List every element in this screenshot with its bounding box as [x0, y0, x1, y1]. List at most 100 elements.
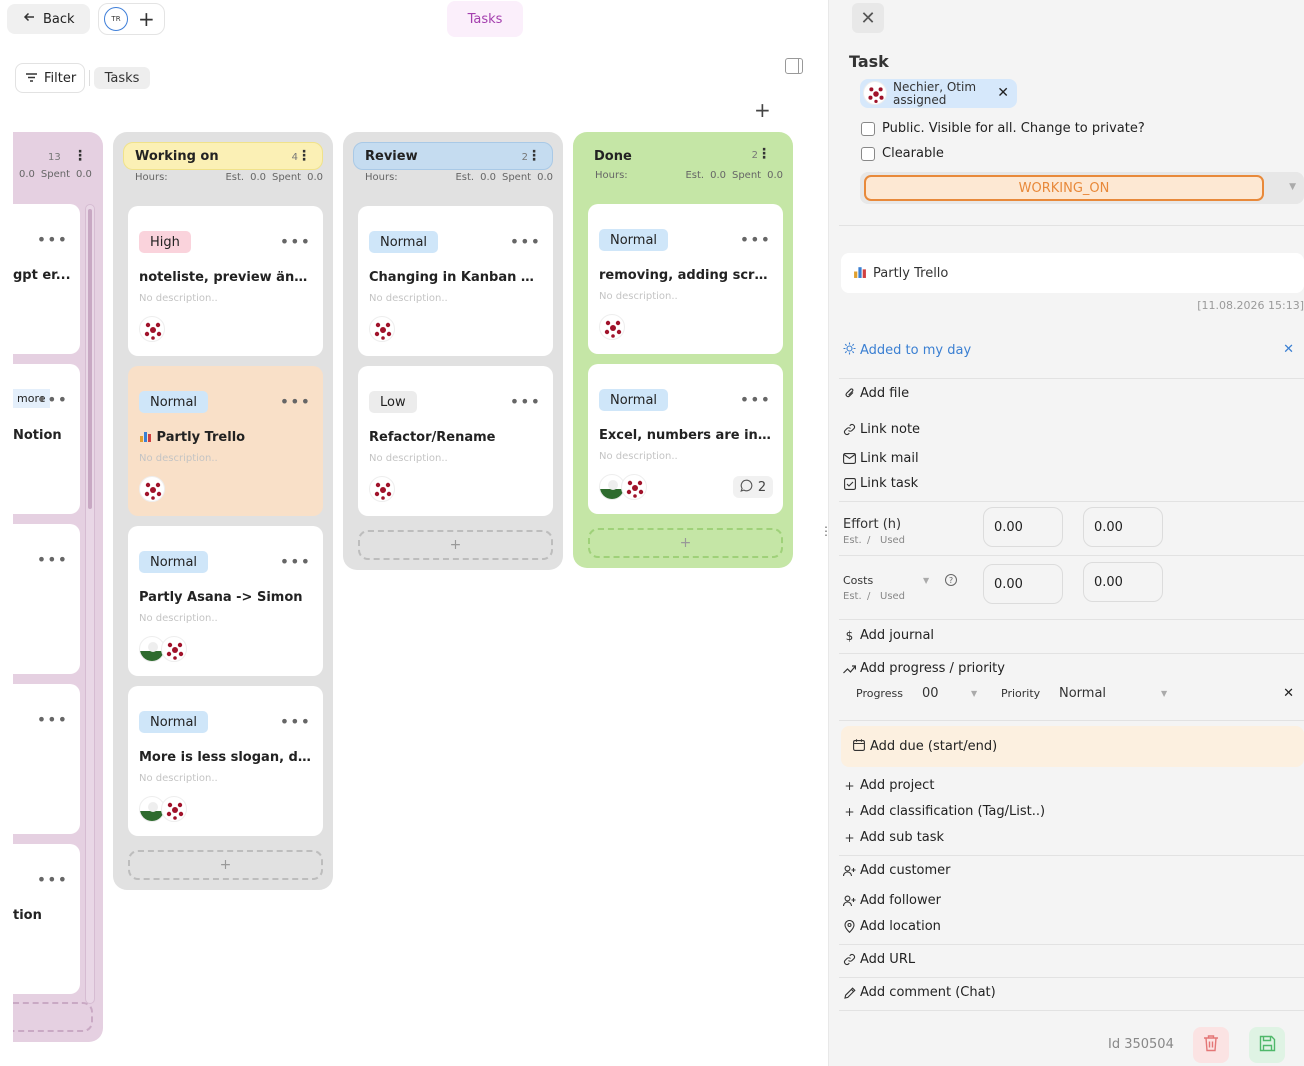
more-icon[interactable]: •••	[280, 554, 311, 570]
task-card[interactable]: Normal ••• Partly Asana -> Simon No desc…	[128, 526, 323, 676]
add-customer-button[interactable]: Add customer	[843, 863, 951, 878]
avatar	[863, 81, 887, 105]
add-card-button[interactable]	[13, 1002, 93, 1032]
progress-value[interactable]: 00	[922, 686, 939, 701]
task-title-field[interactable]: Partly Trello	[841, 253, 1304, 293]
clearable-checkbox[interactable]	[861, 146, 875, 161]
remove-assignee-icon[interactable]: ✕	[997, 85, 1009, 101]
more-icon[interactable]: •••	[740, 392, 771, 408]
plus-icon: +	[844, 830, 855, 845]
task-card[interactable]: Normal ••• removing, adding scrolls... N…	[588, 204, 783, 354]
card-title: Excel, numbers are incre...	[599, 428, 772, 443]
more-icon[interactable]: •••	[37, 552, 68, 568]
add-progress-button[interactable]: Add progress / priority	[843, 661, 1005, 676]
add-column-button[interactable]: +	[754, 100, 771, 120]
page-title: Tasks	[447, 1, 523, 37]
column-scrollbar[interactable]	[85, 204, 95, 1004]
task-card[interactable]: Normal ••• More is less slogan, deep... …	[128, 686, 323, 836]
assignee-chip[interactable]: Nechier, Otim assigned ✕	[860, 79, 1017, 108]
add-sub-task-button[interactable]: + Add sub task	[843, 830, 944, 845]
link-mail-button[interactable]: Link mail	[843, 451, 919, 466]
link-task-button[interactable]: Link task	[843, 476, 918, 491]
add-location-button[interactable]: Add location	[843, 919, 941, 934]
column-menu-icon[interactable]: ⋮	[297, 148, 311, 164]
task-card[interactable]: Normal ••• Partly Trello No description.…	[128, 366, 323, 516]
more-icon[interactable]: •••	[280, 394, 311, 410]
effort-used-input[interactable]: 0.00	[1083, 507, 1163, 547]
more-icon[interactable]: •••	[510, 234, 541, 250]
remove-my-day-icon[interactable]: ✕	[1283, 342, 1294, 357]
slash-label: /	[867, 591, 871, 602]
status-select[interactable]: WORKING_ON ▼	[860, 172, 1304, 204]
avatar	[369, 316, 395, 342]
status-value[interactable]: WORKING_ON	[864, 175, 1264, 201]
filter-button[interactable]: Filter	[15, 63, 85, 93]
add-due-button[interactable]: Add due (start/end)	[841, 726, 1304, 767]
card-avatars	[139, 476, 165, 502]
costs-used-input[interactable]: 0.00	[1083, 562, 1163, 602]
priority-badge: Normal	[599, 389, 669, 411]
remove-progress-icon[interactable]: ✕	[1283, 686, 1294, 701]
panel-toggle-icon[interactable]	[785, 58, 803, 74]
priority-badge: Normal	[139, 711, 209, 733]
add-card-button[interactable]: +	[128, 850, 323, 880]
delete-button[interactable]	[1193, 1027, 1229, 1063]
add-follower-button[interactable]: Add follower	[843, 893, 941, 908]
column-menu-icon[interactable]: ⋮	[757, 146, 771, 162]
my-day-link[interactable]: Added to my day	[843, 342, 971, 359]
priority-value[interactable]: Normal	[1059, 686, 1106, 701]
help-icon[interactable]: ?	[945, 574, 957, 586]
task-card[interactable]: Low ••• Refactor/Rename No description..	[358, 366, 553, 516]
more-icon[interactable]: •••	[740, 232, 771, 248]
effort-est-input[interactable]: 0.00	[983, 507, 1063, 547]
task-card[interactable]: more ••• Notion	[13, 364, 80, 514]
link-note-button[interactable]: Link note	[843, 422, 920, 437]
scrollbar-thumb[interactable]	[88, 209, 92, 509]
more-icon[interactable]: •••	[280, 714, 311, 730]
add-comment-button[interactable]: Add comment (Chat)	[843, 985, 996, 1000]
task-card[interactable]: ••• tion	[13, 844, 80, 994]
more-icon[interactable]: •••	[37, 392, 68, 408]
calendar-icon	[853, 738, 865, 755]
column-menu-icon[interactable]: ⋮	[73, 148, 87, 164]
user-avatar[interactable]: TR	[104, 7, 128, 31]
card-description: No description..	[599, 291, 678, 302]
public-label: Public. Visible for all. Change to priva…	[882, 121, 1145, 136]
task-card[interactable]: Normal ••• Changing in Kanban doe... No …	[358, 206, 553, 356]
column-menu-icon[interactable]: ⋮	[527, 148, 541, 164]
public-toggle[interactable]: Public. Visible for all. Change to priva…	[861, 121, 1145, 136]
task-card[interactable]: ••• gpt er...	[13, 204, 80, 354]
add-url-button[interactable]: Add URL	[843, 952, 915, 967]
chevron-down-icon[interactable]: ▼	[923, 576, 929, 585]
costs-est-input[interactable]: 0.00	[983, 564, 1063, 604]
add-file-button[interactable]: Add file	[843, 386, 909, 401]
task-card[interactable]: •••	[13, 684, 80, 834]
more-icon[interactable]: •••	[37, 712, 68, 728]
task-card[interactable]: •••	[13, 524, 80, 674]
add-classification-button[interactable]: + Add classification (Tag/List..)	[843, 804, 1045, 819]
add-card-button[interactable]: +	[358, 530, 553, 560]
comment-count-badge[interactable]: 2	[733, 476, 773, 498]
chevron-down-icon[interactable]: ▼	[1289, 182, 1296, 192]
add-card-button[interactable]: +	[588, 528, 783, 558]
task-card[interactable]: Normal ••• Excel, numbers are incre... N…	[588, 364, 783, 514]
close-button[interactable]: ✕	[852, 3, 884, 33]
task-card[interactable]: High ••• noteliste, preview änder... No …	[128, 206, 323, 356]
add-member-button[interactable]: +	[138, 9, 155, 29]
more-icon[interactable]: •••	[510, 394, 541, 410]
back-button[interactable]: Back	[7, 4, 90, 34]
card-avatars	[599, 314, 625, 340]
member-avatar-group[interactable]: TR +	[98, 3, 165, 35]
chevron-down-icon[interactable]: ▼	[971, 689, 977, 698]
chevron-down-icon[interactable]: ▼	[1161, 689, 1167, 698]
more-icon[interactable]: •••	[37, 232, 68, 248]
save-button[interactable]	[1249, 1027, 1285, 1063]
view-chip[interactable]: Tasks	[94, 67, 150, 89]
public-checkbox[interactable]	[861, 121, 875, 136]
add-project-button[interactable]: + Add project	[843, 778, 934, 793]
more-icon[interactable]: •••	[280, 234, 311, 250]
clearable-toggle[interactable]: Clearable	[861, 146, 944, 161]
add-journal-button[interactable]: $ Add journal	[843, 628, 934, 643]
priority-badge: Low	[369, 391, 417, 413]
more-icon[interactable]: •••	[37, 872, 68, 888]
